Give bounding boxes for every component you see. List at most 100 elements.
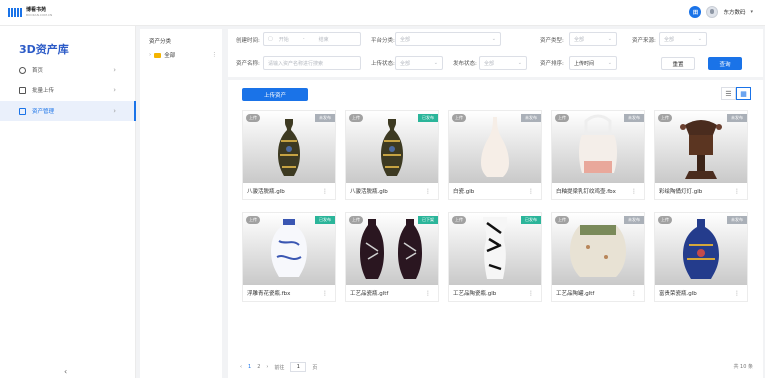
query-button[interactable]: 查询 — [708, 57, 742, 70]
created-time-label: 创建时间: — [236, 38, 260, 44]
logo[interactable]: 博看书苑 BOOKAN.COM.CN — [8, 8, 52, 17]
asset-card[interactable]: 上传 未发布 白釉提梁乳钉纹鸡壶.fbx ⋮ — [551, 110, 645, 200]
asset-thumbnail[interactable]: 上传 已发布 — [449, 213, 541, 285]
asset-thumbnail[interactable]: 上传 已下架 — [346, 213, 438, 285]
asset-card[interactable]: 上传 未发布八骏活脱瓶.glb ⋮ — [242, 110, 336, 200]
upload-tag: 上传 — [555, 114, 569, 122]
sort-select[interactable]: 上传时间 ⌄ — [569, 56, 617, 70]
list-view-icon[interactable]: ☰ — [721, 87, 736, 100]
asset-source-select[interactable]: 全部 ⌄ — [659, 32, 707, 46]
more-icon[interactable]: ⋮ — [425, 188, 431, 195]
more-icon[interactable]: ⋮ — [734, 188, 740, 195]
status-badge: 未发布 — [624, 114, 644, 122]
more-icon[interactable]: ⋮ — [528, 290, 534, 297]
status-badge: 未发布 — [315, 114, 335, 122]
asset-thumbnail[interactable]: 上传 未发布 — [655, 111, 747, 183]
page-unit-label: 页 — [312, 364, 318, 371]
reset-button[interactable]: 重置 — [661, 57, 695, 70]
asset-thumbnail[interactable]: 上传 未发布 — [655, 213, 747, 285]
sidebar-item-asset-management[interactable]: 资产管理 › — [0, 101, 136, 121]
calendar-icon: ▢ — [268, 36, 273, 42]
grid-view-icon[interactable]: ▦ — [736, 87, 751, 100]
asset-thumbnail[interactable]: 上传 已发布 — [243, 213, 335, 285]
more-icon[interactable]: ⋮ — [631, 290, 637, 297]
compass-icon — [19, 66, 26, 74]
more-icon[interactable]: ⋮ — [425, 290, 431, 297]
status-badge: 已发布 — [418, 114, 438, 122]
status-badge: 未发布 — [727, 216, 747, 224]
sidebar-item-label: 资产管理 — [32, 109, 55, 115]
asset-card[interactable]: 上传 未发布 彩绘陶俑灯灯.glb ⋮ — [654, 110, 748, 200]
chevron-down-icon: ⌄ — [697, 36, 702, 42]
start-date-field[interactable]: 开始 — [279, 36, 289, 43]
top-bar: 博看书苑 BOOKAN.COM.CN 田 东方数码 ▾ — [0, 0, 765, 26]
chevron-down-icon: ⌄ — [433, 60, 438, 66]
asset-card[interactable]: 上传 未发布 白瓷.glb ⋮ — [448, 110, 542, 200]
chevron-down-icon: ⌄ — [607, 36, 612, 42]
asset-name: 工艺品陶罐.gltf — [556, 291, 595, 297]
asset-card[interactable]: 上传 未发布工艺品陶罐.gltf ⋮ — [551, 212, 645, 302]
more-icon[interactable]: ⋮ — [322, 290, 328, 297]
total-count: 共 10 条 — [733, 364, 753, 370]
platform-select-value: 全部 — [400, 36, 411, 43]
caret-down-icon[interactable]: ▾ — [750, 9, 753, 15]
category-item-all[interactable]: › 全部 ⋮ — [149, 51, 217, 59]
asset-type-label: 资产类型: — [540, 38, 564, 44]
end-date-field[interactable]: 结束 — [319, 36, 329, 43]
asset-thumbnail[interactable]: 上传 未发布 — [552, 213, 644, 285]
upload-tag: 上传 — [555, 216, 569, 224]
goto-page-input[interactable]: 1 — [290, 362, 307, 372]
upload-asset-button[interactable]: 上传资产 — [242, 88, 308, 101]
asset-card[interactable]: 上传 已发布 浮雕青花瓷瓶.fbx ⋮ — [242, 212, 336, 302]
asset-name: 八骏活脱瓶.glb — [350, 189, 388, 195]
prev-page-button[interactable]: ‹ — [240, 364, 242, 370]
asset-name-placeholder: 请输入资产名称进行搜索 — [268, 60, 324, 67]
asset-thumbnail[interactable]: 上传 未发布 — [243, 111, 335, 183]
publish-status-select[interactable]: 全部 ⌄ — [479, 56, 527, 70]
chevron-right-icon[interactable]: › — [149, 52, 151, 58]
sidebar-item-home[interactable]: 首页 › — [0, 60, 136, 80]
range-separator: - — [302, 36, 305, 42]
chevron-down-icon: ⌄ — [491, 36, 496, 42]
asset-thumbnail[interactable]: 上传 未发布 — [449, 111, 541, 183]
chevron-right-icon: › — [113, 86, 116, 94]
more-icon[interactable]: ⋮ — [212, 52, 218, 58]
asset-type-select[interactable]: 全部 ⌄ — [569, 32, 617, 46]
asset-name-label: 资产名称: — [236, 61, 260, 67]
app-switch-icon[interactable]: 田 — [689, 6, 702, 18]
platform-select[interactable]: 全部 ⌄ — [395, 32, 501, 46]
page-1-button[interactable]: 1 — [248, 364, 251, 370]
asset-card[interactable]: 上传 已下架 工艺品瓷瓶.gltf ⋮ — [345, 212, 439, 302]
sort-label: 资产排序: — [540, 61, 564, 67]
asset-card[interactable]: 上传 已发布 工艺品陶瓷瓶.glb ⋮ — [448, 212, 542, 302]
more-icon[interactable]: ⋮ — [528, 188, 534, 195]
page-2-button[interactable]: 2 — [257, 364, 260, 370]
next-page-button[interactable]: › — [266, 364, 268, 370]
user-name[interactable]: 东方数码 — [723, 8, 745, 16]
asset-card[interactable]: 上传 已发布八骏活脱瓶.glb ⋮ — [345, 110, 439, 200]
upload-status-select-value: 全部 — [400, 60, 411, 67]
avatar[interactable] — [706, 6, 719, 18]
filter-panel: 创建时间: ▢ 开始 - 结束 平台分类: 全部 ⌄ 资产类型: 全部 ⌄ 资产来源… — [228, 29, 763, 77]
sidebar-item-label: 批量上传 — [32, 88, 55, 94]
more-icon[interactable]: ⋮ — [322, 188, 328, 195]
date-range-input[interactable]: ▢ 开始 - 结束 — [263, 32, 361, 46]
category-panel: 资产分类 › 全部 ⋮ — [140, 29, 222, 378]
asset-thumbnail[interactable]: 上传 已发布 — [346, 111, 438, 183]
view-toggle: ☰ ▦ — [721, 87, 751, 100]
upload-icon — [19, 86, 26, 94]
asset-name-input[interactable]: 请输入资产名称进行搜索 — [263, 56, 361, 70]
upload-tag: 上传 — [349, 216, 363, 224]
asset-list-panel: 上传资产 ☰ ▦ 上传 未发布 八骏活脱瓶.glb ⋮ 上传 已发布 八骏活脱瓶.glb ⋮ 上… — [228, 80, 763, 378]
sidebar-item-batch-upload[interactable]: 批量上传 › — [0, 80, 136, 100]
upload-tag: 上传 — [349, 114, 363, 122]
status-badge: 已发布 — [315, 216, 335, 224]
asset-source-select-value: 全部 — [664, 36, 675, 43]
asset-thumbnail[interactable]: 上传 未发布 — [552, 111, 644, 183]
more-icon[interactable]: ⋮ — [734, 290, 740, 297]
more-icon[interactable]: ⋮ — [631, 188, 637, 195]
upload-status-select[interactable]: 全部 ⌄ — [395, 56, 443, 70]
chevron-left-icon[interactable]: ‹ — [64, 367, 67, 376]
asset-name: 八骏活脱瓶.glb — [247, 189, 285, 195]
asset-card[interactable]: 上传 未发布 富贵荣瓷瓶.glb ⋮ — [654, 212, 748, 302]
